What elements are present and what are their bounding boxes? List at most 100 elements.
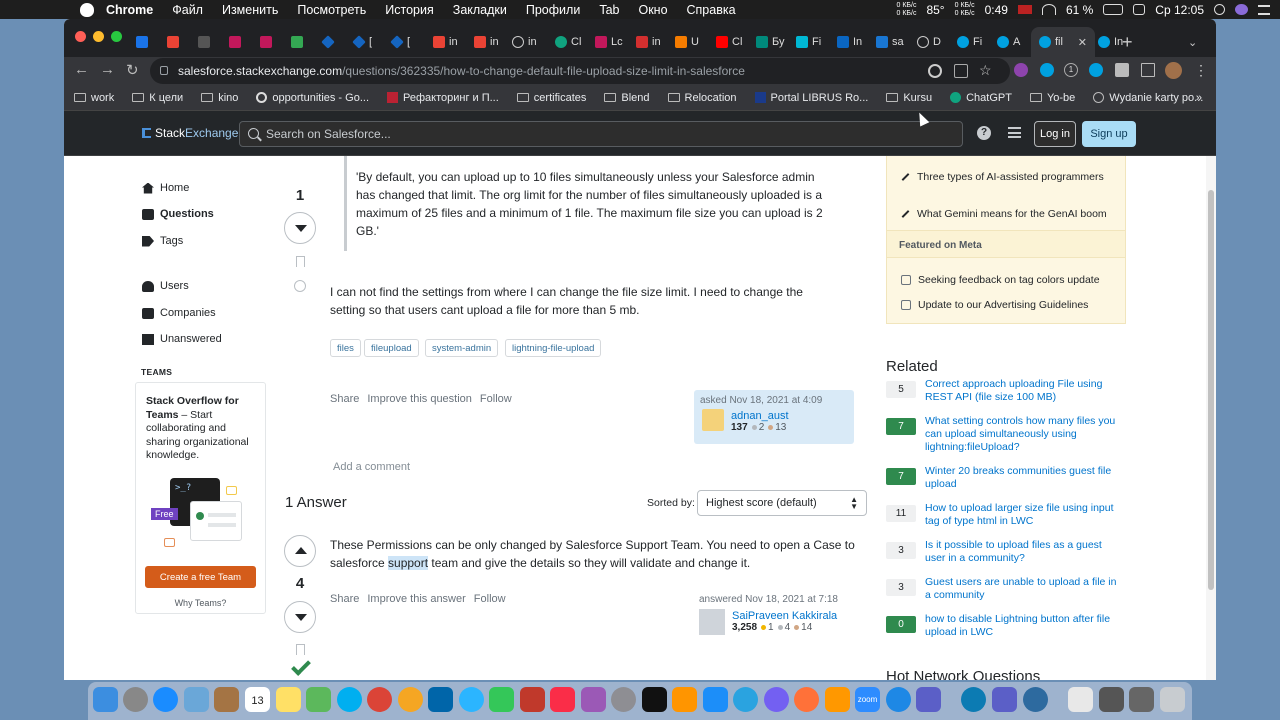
clock[interactable]: Ср 12:05	[1155, 3, 1204, 17]
bookmark-certificates[interactable]: certificates	[516, 92, 586, 104]
bookmark-opportunities[interactable]: opportunities - Go...	[256, 92, 369, 104]
extension-feather-icon[interactable]	[1014, 63, 1028, 77]
bookmark-work[interactable]: work	[74, 92, 114, 104]
tag-files[interactable]: files	[330, 339, 361, 357]
forward-arrow-icon[interactable]: →	[100, 61, 115, 78]
help-icon[interactable]: ?	[977, 126, 991, 140]
tab-cloud-a[interactable]: A	[997, 27, 1020, 57]
bookmark-chatgpt[interactable]: ChatGPT	[950, 92, 1012, 104]
tab-linkedin[interactable]: In	[837, 27, 862, 57]
downloads-icon[interactable]	[1129, 687, 1154, 712]
bookmark-wydanie[interactable]: Wydanie karty po...	[1093, 92, 1203, 104]
user-avatar[interactable]	[699, 609, 725, 635]
apple-icon[interactable]	[80, 2, 94, 17]
back-arrow-icon[interactable]: ←	[74, 61, 89, 78]
control-center-icon[interactable]	[1133, 4, 1146, 15]
menu-profiles[interactable]: Профили	[526, 3, 580, 17]
tab-diamond-3[interactable]: [	[390, 27, 410, 57]
notification-center-icon[interactable]	[1258, 4, 1270, 15]
share-question-link[interactable]: Share	[330, 393, 359, 405]
podcasts-icon[interactable]	[581, 687, 606, 712]
signup-button[interactable]: Sign up	[1082, 121, 1136, 147]
menu-help[interactable]: Справка	[687, 3, 736, 17]
maps-pin-icon[interactable]	[886, 687, 911, 712]
siri-icon[interactable]	[1235, 4, 1248, 15]
flag-icon[interactable]	[1017, 5, 1032, 14]
tab-gmail-3[interactable]: in	[474, 27, 499, 57]
follow-question-link[interactable]: Follow	[480, 393, 512, 405]
messages-icon[interactable]	[459, 687, 484, 712]
tab-chatgpt[interactable]: Cl	[555, 27, 581, 57]
tab-github[interactable]: D	[917, 27, 941, 57]
launchpad-icon[interactable]	[123, 687, 148, 712]
tab-chart[interactable]	[198, 27, 210, 57]
meta-item[interactable]: Seeking feedback on tag colors update	[901, 274, 1121, 287]
vscode-icon[interactable]	[428, 687, 453, 712]
follow-answer-link[interactable]: Follow	[474, 593, 506, 605]
tab-diamond-1[interactable]	[321, 27, 335, 57]
bookmark-kursu[interactable]: Kursu	[886, 92, 932, 104]
create-team-button[interactable]: Create a free Team	[145, 566, 256, 588]
bookmark-refactoring[interactable]: Рефакторинг и П...	[387, 92, 499, 104]
menu-app-name[interactable]: Chrome	[106, 3, 153, 17]
menu-window[interactable]: Окно	[638, 3, 667, 17]
zoom-icon[interactable]: zoom	[855, 687, 880, 712]
tab-search-chevron-icon[interactable]: ⌄	[1188, 27, 1197, 57]
login-button[interactable]: Log in	[1034, 121, 1076, 147]
menu-view[interactable]: Посмотреть	[297, 3, 366, 17]
sublime-icon[interactable]	[825, 687, 850, 712]
books-icon[interactable]	[672, 687, 697, 712]
blog-item[interactable]: What Gemini means for the GenAI boom	[901, 208, 1121, 221]
tab-u[interactable]: U	[675, 27, 699, 57]
share-answer-link[interactable]: Share	[330, 593, 359, 605]
question-downvote-button[interactable]	[284, 212, 316, 244]
answer-sort-select[interactable]: Highest score (default) ▲ ▼	[697, 490, 867, 516]
facetime-icon[interactable]	[489, 687, 514, 712]
tag-fileupload[interactable]: fileupload	[364, 339, 419, 357]
answer-user-name[interactable]: SaiPraveen Kakkirala	[732, 610, 837, 622]
tab-globe[interactable]: in	[512, 27, 537, 57]
tab-outlook[interactable]	[136, 27, 148, 57]
related-question-link[interactable]: how to disable Lightning button after fi…	[925, 613, 1125, 639]
close-window-icon[interactable]	[75, 31, 86, 42]
address-bar[interactable]: salesforce.stackexchange.com/questions/3…	[150, 58, 1010, 84]
tab-p-2[interactable]	[260, 27, 272, 57]
stackexchange-logo[interactable]: Stack Exchange	[142, 126, 238, 140]
profile-avatar[interactable]	[1165, 62, 1182, 79]
tab-p-1[interactable]	[229, 27, 241, 57]
site-search-input[interactable]: Search on Salesforce...	[239, 121, 963, 147]
tab-sa[interactable]: sa	[876, 27, 904, 57]
tab-gmail-2[interactable]: in	[433, 27, 458, 57]
menu-edit[interactable]: Изменить	[222, 3, 278, 17]
tab-in-2[interactable]: in	[636, 27, 661, 57]
new-tab-button[interactable]: +	[1122, 27, 1133, 57]
extension-cloud-icon[interactable]	[1040, 63, 1054, 77]
related-question-link[interactable]: Guest users are unable to upload a file …	[925, 576, 1125, 602]
photo-booth-icon[interactable]	[520, 687, 545, 712]
tab-b[interactable]: Бу	[756, 27, 784, 57]
chrome-icon[interactable]	[367, 687, 392, 712]
edge-icon[interactable]	[961, 687, 986, 712]
preview-icon[interactable]	[184, 687, 209, 712]
teams-2-icon[interactable]	[992, 687, 1017, 712]
notes-brown-icon[interactable]	[214, 687, 239, 712]
nav-companies[interactable]: Companies	[142, 307, 216, 319]
question-user-name[interactable]: adnan_aust	[731, 410, 789, 422]
answer-upvote-button[interactable]	[284, 535, 316, 567]
calendar-icon[interactable]: 13	[245, 687, 270, 712]
meta-item[interactable]: Update to our Advertising Guidelines	[901, 299, 1121, 312]
tab-drive[interactable]	[291, 27, 303, 57]
close-tab-icon[interactable]: ✕	[1078, 36, 1087, 49]
teams-icon[interactable]	[916, 687, 941, 712]
bookmark-librus[interactable]: Portal LIBRUS Ro...	[754, 92, 868, 104]
tab-cloud-in[interactable]: In	[1098, 27, 1123, 57]
apple-tv-icon[interactable]	[642, 687, 667, 712]
tab-youtube[interactable]: Cl	[716, 27, 742, 57]
nav-questions[interactable]: Questions	[142, 208, 214, 220]
add-comment-link[interactable]: Add a comment	[333, 461, 410, 473]
tag-lightning-file-upload[interactable]: lightning-file-upload	[505, 339, 602, 357]
finder-icon[interactable]	[93, 687, 118, 712]
documents-icon[interactable]	[1068, 687, 1093, 712]
system-settings-icon[interactable]	[611, 687, 636, 712]
history-icon[interactable]	[294, 280, 306, 292]
